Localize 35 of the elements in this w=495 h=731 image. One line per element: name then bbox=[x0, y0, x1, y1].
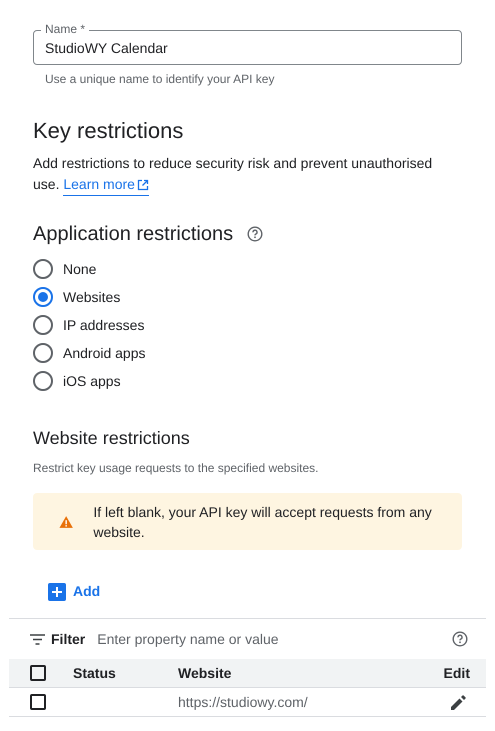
radio-button[interactable] bbox=[33, 343, 53, 363]
section-heading: Key restrictions bbox=[33, 117, 184, 145]
add-button[interactable]: Add bbox=[48, 581, 100, 602]
plus-icon bbox=[48, 582, 66, 600]
column-header: Status bbox=[73, 664, 116, 680]
option-label: IP addresses bbox=[63, 316, 144, 334]
warning-icon bbox=[59, 514, 74, 528]
helper-text: Use a unique name to identify your API key bbox=[44, 71, 276, 88]
warning-text: If left blank, your API key will accept requests from any website. bbox=[93, 502, 433, 542]
option-label: Websites bbox=[63, 288, 120, 306]
option-label: Android apps bbox=[63, 344, 146, 363]
column-header: Edit bbox=[444, 664, 470, 680]
column-header: Website bbox=[178, 664, 232, 680]
radio-button[interactable] bbox=[33, 371, 53, 391]
help-icon[interactable] bbox=[452, 631, 468, 647]
filter-label: Filter bbox=[51, 630, 86, 648]
description-text: Add restrictions to reduce security risk and prevent unauthorised use. Learn more bbox=[33, 153, 462, 196]
section-heading: Application restrictions bbox=[33, 222, 234, 247]
checkbox[interactable] bbox=[30, 694, 46, 710]
external-link-icon bbox=[136, 178, 149, 190]
learn-more-link[interactable]: Learn more bbox=[63, 174, 149, 196]
checkbox[interactable] bbox=[30, 665, 46, 681]
table-cell: https://studiowy.com/ bbox=[178, 694, 308, 710]
filter-field[interactable]: Enter property name or value bbox=[97, 628, 452, 650]
description-text: Restrict key usage requests to the specified websites. bbox=[33, 460, 320, 477]
field-label: Name * bbox=[41, 22, 90, 36]
option-label: None bbox=[63, 260, 96, 278]
pencil-icon[interactable] bbox=[451, 694, 466, 710]
radio-button[interactable] bbox=[33, 259, 53, 279]
radio-button[interactable] bbox=[33, 315, 53, 335]
radio-button[interactable] bbox=[33, 287, 53, 307]
help-icon[interactable] bbox=[247, 226, 264, 242]
section-heading: Website restrictions bbox=[33, 427, 191, 450]
option-label: iOS apps bbox=[63, 372, 121, 391]
filter-icon bbox=[30, 634, 45, 644]
